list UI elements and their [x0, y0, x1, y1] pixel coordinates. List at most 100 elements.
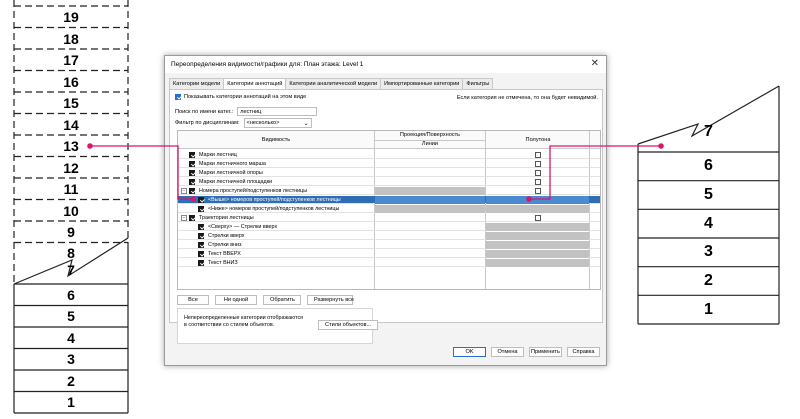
close-icon[interactable]: ✕ — [591, 58, 599, 69]
ok-button[interactable]: OK — [453, 347, 486, 357]
visibility-checkbox[interactable] — [189, 188, 195, 194]
right-step-number: 1 — [704, 300, 713, 318]
left-step-number: 5 — [67, 308, 75, 325]
show-annotations-row: Показывать категории аннотаций на этом в… — [175, 94, 306, 100]
halftone-checkbox[interactable] — [535, 170, 541, 176]
col-halftone: Полутона — [525, 137, 551, 143]
expand-all-button[interactable]: Развернуть все — [307, 295, 354, 305]
invisible-hint: Если категория не отмечена, то она будет… — [456, 95, 598, 101]
category-name: <Сверху> — Стрелки вверх — [208, 224, 278, 230]
halftone-cell — [486, 196, 589, 204]
table-row[interactable]: <Выше> номеров проступей/подступенков ле… — [178, 196, 600, 204]
visibility-checkbox[interactable] — [198, 260, 204, 266]
visibility-checkbox[interactable] — [189, 179, 195, 185]
visibility-checkbox[interactable] — [189, 215, 195, 221]
tab-bar: Категории модели Категории аннотаций Кат… — [169, 78, 494, 90]
category-name: Марки лестничного марша — [199, 161, 266, 167]
object-styles-group: Непереопределенные категории отображаютс… — [177, 308, 379, 344]
visibility-checkbox[interactable] — [198, 242, 204, 248]
selection-buttons: Все Ни одной Обратить Развернуть все — [177, 295, 354, 305]
left-step-number: 3 — [67, 351, 75, 368]
left-step-number: 13 — [63, 138, 79, 154]
right-step-number: 7 — [704, 123, 713, 140]
show-annotations-checkbox[interactable] — [175, 94, 181, 100]
table-row[interactable]: <Сверху> — Стрелки вверх — [178, 223, 600, 231]
apply-button[interactable]: Применить — [529, 347, 562, 357]
table-row[interactable]: Стрелки вверх — [178, 232, 600, 240]
left-step-number: 17 — [63, 52, 79, 68]
right-step-number: 6 — [704, 157, 713, 175]
category-name: Стрелки вниз — [208, 242, 242, 248]
lines-cell — [375, 187, 485, 195]
help-button[interactable]: Справка — [567, 347, 600, 357]
visibility-checkbox[interactable] — [189, 170, 195, 176]
select-none-button[interactable]: Ни одной — [215, 295, 257, 305]
visibility-checkbox[interactable] — [198, 251, 204, 257]
cancel-button[interactable]: Отмена — [491, 347, 524, 357]
dialog-title: Переопределения видимости/графики для: П… — [171, 61, 364, 68]
visibility-checkbox[interactable] — [189, 161, 195, 167]
category-name: Марки лестничной опоры — [199, 170, 263, 176]
tab-imported-categories[interactable]: Импортированные категории — [380, 78, 464, 89]
category-name: Номера проступей/подступенков лестницы — [199, 188, 308, 194]
visibility-checkbox[interactable] — [189, 152, 195, 158]
halftone-cell — [486, 241, 589, 249]
halftone-cell — [486, 250, 589, 258]
filter-row: Фильтр по дисциплинам: <несколько> ⌄ — [175, 118, 312, 128]
visibility-checkbox[interactable] — [198, 197, 204, 203]
left-step-number: 14 — [63, 116, 79, 133]
table-row[interactable]: <Ниже> номеров проступей/подступенков ле… — [178, 205, 600, 213]
halftone-checkbox[interactable] — [535, 215, 541, 221]
annotation-categories-panel: Показывать категории аннотаций на этом в… — [169, 89, 603, 344]
category-name: Марки лестниц — [199, 152, 237, 158]
visibility-graphics-dialog: Переопределения видимости/графики для: П… — [164, 55, 607, 366]
left-step-number: 16 — [63, 73, 79, 90]
table-row[interactable]: − Номера проступей/подступенков лестницы — [178, 187, 600, 195]
table-row[interactable]: Марки лестничного марша — [178, 160, 600, 168]
table-row[interactable]: Текст ВВЕРХ — [178, 250, 600, 258]
left-step-number: 4 — [67, 329, 75, 346]
left-step-number: 6 — [67, 286, 75, 303]
discipline-filter-select[interactable]: <несколько> ⌄ — [243, 118, 312, 128]
right-step-number: 3 — [704, 243, 713, 261]
collapse-icon[interactable]: − — [181, 215, 187, 221]
select-all-button[interactable]: Все — [177, 295, 209, 305]
table-row[interactable]: Стрелки вниз — [178, 241, 600, 249]
col-projection: Проекция/Поверхность — [399, 132, 461, 138]
col-lines: Линии — [421, 141, 439, 147]
visibility-checkbox[interactable] — [198, 224, 204, 230]
collapse-icon[interactable]: − — [181, 188, 187, 194]
left-step-number: 19 — [63, 9, 79, 25]
search-label: Поиск по имени катег.: — [175, 108, 234, 115]
table-row[interactable]: Марки лестничной площадки — [178, 178, 600, 186]
left-step-number: 12 — [63, 159, 79, 176]
halftone-checkbox[interactable] — [535, 161, 541, 167]
right-step-number: 2 — [704, 272, 713, 289]
tab-model-categories[interactable]: Категории модели — [169, 78, 225, 89]
tab-analytical-model-categories[interactable]: Категории аналитической модели — [285, 78, 382, 89]
visibility-checkbox[interactable] — [198, 233, 204, 239]
dialog-footer: OK Отмена Применить Справка — [453, 347, 600, 357]
object-styles-button[interactable]: Стили объектов... — [318, 320, 379, 330]
category-name: Текст ВНИЗ — [208, 260, 238, 266]
invert-button[interactable]: Обратить — [263, 295, 301, 305]
table-row[interactable]: Текст ВНИЗ — [178, 259, 600, 267]
right-step-number: 4 — [704, 214, 713, 232]
category-search-input[interactable]: лестниц — [237, 107, 318, 116]
visibility-checkbox[interactable] — [198, 206, 204, 212]
table-row[interactable]: Марки лестничной опоры — [178, 169, 600, 177]
halftone-cell — [486, 232, 589, 240]
table-row[interactable]: Марки лестниц — [178, 151, 600, 159]
left-step-number: 10 — [63, 202, 79, 219]
left-step-number: 9 — [67, 224, 75, 240]
table-row[interactable]: − Траектории лестницы — [178, 214, 600, 222]
tab-filters[interactable]: Фильтры — [462, 78, 494, 89]
halftone-checkbox[interactable] — [535, 152, 541, 158]
halftone-checkbox[interactable] — [535, 188, 541, 194]
category-name: Марки лестничной площадки — [199, 179, 273, 185]
halftone-cell — [486, 223, 589, 231]
left-step-number: 18 — [63, 30, 79, 47]
left-step-number: 2 — [67, 372, 75, 389]
halftone-checkbox[interactable] — [535, 179, 541, 185]
halftone-cell — [486, 205, 589, 213]
